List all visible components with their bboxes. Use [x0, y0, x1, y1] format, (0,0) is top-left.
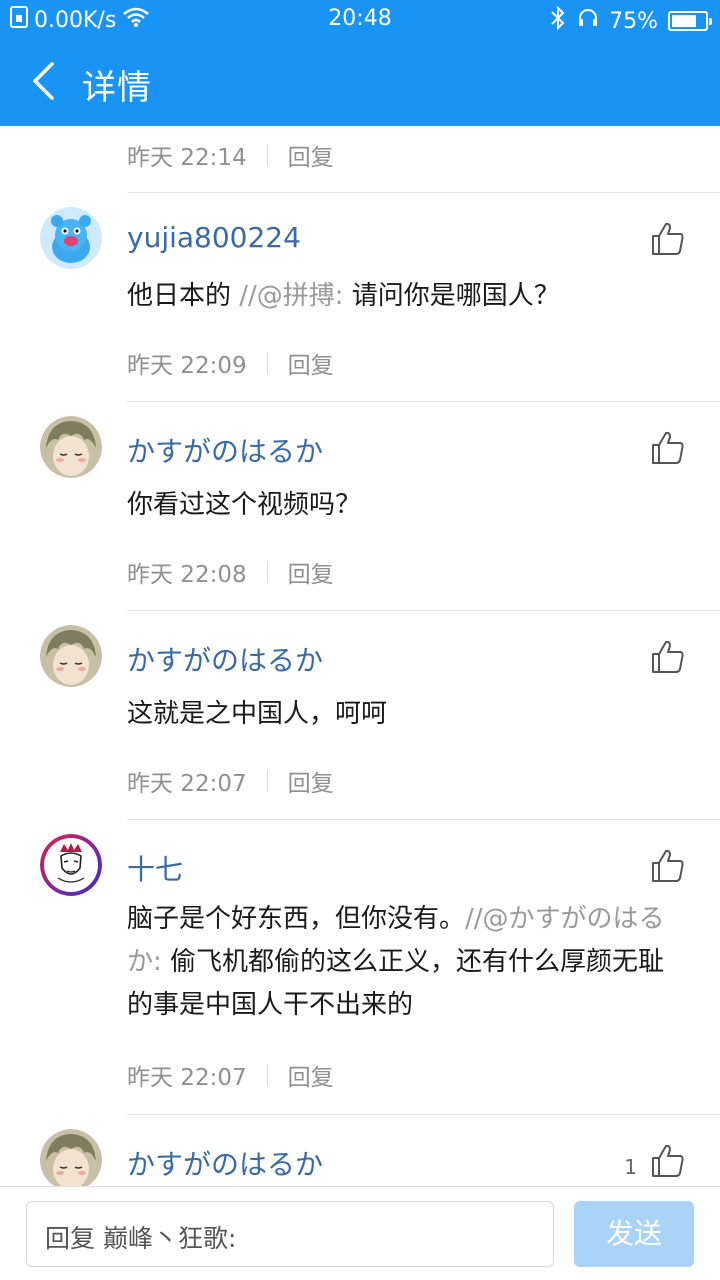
- avatar[interactable]: [40, 625, 102, 687]
- thumbs-up-icon: [652, 640, 684, 673]
- app-header: 详情: [0, 38, 720, 126]
- anime-boy-avatar-icon: [40, 625, 102, 687]
- blue-bear-avatar-icon: [40, 207, 102, 269]
- meta-separator: [266, 1064, 268, 1086]
- bluetooth-icon: [549, 5, 567, 36]
- comment-text-quoted: 偷飞机都偷的这么正义，还有什么厚颜无耻的事是中国人干不出来的: [127, 947, 665, 1020]
- like-button[interactable]: [650, 1143, 686, 1179]
- comment-text-main: 脑子是个好东西，但你没有。: [127, 904, 466, 934]
- like-button[interactable]: [650, 848, 686, 884]
- reply-input[interactable]: 回复 巅峰丶狂歌:: [26, 1201, 554, 1267]
- comment-list[interactable]: 昨天 22:14 回复 yujia800224 他日本的 //@拼搏: 请问你是…: [0, 126, 720, 1186]
- comment-meta: 昨天 22:09 回复: [127, 346, 334, 380]
- meta-separator: [266, 770, 268, 792]
- comment-text: 脑子是个好东西，但你没有。//@かすがのはるか: 偷飞机都偷的这么正义，还有什么…: [127, 898, 687, 1027]
- comment-text: 他日本的 //@拼搏: 请问你是哪国人？: [127, 277, 687, 315]
- comment-item: かすがのはるか 这就是之中国人，呵呵 昨天 22:07 回复: [0, 611, 720, 820]
- avatar[interactable]: [40, 416, 102, 478]
- reply-button[interactable]: 回复: [288, 346, 334, 380]
- like-button[interactable]: [650, 430, 686, 466]
- battery-fill: [672, 15, 696, 27]
- quote-prefix[interactable]: //@拼搏:: [239, 281, 343, 311]
- username[interactable]: かすがのはるか: [127, 639, 323, 679]
- like-button[interactable]: [650, 221, 686, 257]
- comment-meta: 昨天 22:08 回复: [127, 555, 334, 589]
- meta-separator: [266, 561, 268, 583]
- thumbs-up-icon: [652, 849, 684, 882]
- comment-time: 昨天 22:07: [127, 771, 247, 797]
- comment-text-quoted: 请问你是哪国人？: [343, 281, 560, 311]
- app-root: 0.00K/s 20:48 75% 详情 昨天 22:14 回复 yujia80…: [0, 0, 720, 1280]
- reply-button[interactable]: 回复: [288, 555, 334, 589]
- reply-button[interactable]: 回复: [288, 1058, 334, 1092]
- like-count: 1: [624, 1155, 637, 1179]
- comment-item: かすがのはるか 你看过这个视频吗？ 昨天 22:08 回复: [0, 402, 720, 611]
- avatar[interactable]: [40, 207, 102, 269]
- username[interactable]: yujia800224: [127, 221, 301, 254]
- reply-bar: 回复 巅峰丶狂歌: 发送: [0, 1186, 720, 1280]
- comment-item: 十七 脑子是个好东西，但你没有。//@かすがのはるか: 偷飞机都偷的这么正义，还…: [0, 820, 720, 1115]
- back-button[interactable]: [18, 56, 68, 106]
- headset-icon: [577, 7, 599, 35]
- username[interactable]: 十七: [127, 848, 183, 888]
- chevron-left-icon: [33, 62, 54, 100]
- meta-separator: [266, 144, 268, 166]
- status-bar: 0.00K/s 20:48 75%: [0, 0, 720, 38]
- sketch-portrait-avatar-icon: [40, 834, 102, 896]
- like-button[interactable]: [650, 639, 686, 675]
- comment-meta: 昨天 22:14 回复: [127, 138, 334, 172]
- battery-percent: 75%: [609, 8, 658, 34]
- comment-time: 昨天 22:08: [127, 562, 247, 588]
- thumbs-up-icon: [652, 222, 684, 255]
- avatar[interactable]: [40, 1129, 102, 1186]
- comment-time: 昨天 22:09: [127, 353, 247, 379]
- meta-separator: [266, 352, 268, 374]
- comment-time: 昨天 22:14: [127, 145, 247, 171]
- comment-meta: 昨天 22:07 回复: [127, 764, 334, 798]
- comment-text-main: 他日本的: [127, 281, 240, 311]
- battery-icon: [668, 11, 712, 31]
- anime-boy-avatar-icon: [40, 1129, 102, 1186]
- thumbs-up-icon: [652, 431, 684, 464]
- send-button[interactable]: 发送: [574, 1201, 694, 1267]
- avatar[interactable]: [40, 834, 102, 896]
- comment-text: 你看过这个视频吗？: [127, 490, 362, 520]
- comment-text: 这就是之中国人，呵呵: [127, 699, 388, 729]
- username[interactable]: かすがのはるか: [127, 430, 323, 470]
- anime-boy-avatar-icon: [40, 416, 102, 478]
- comment-meta: 昨天 22:07 回复: [127, 1058, 334, 1092]
- comment-item: かすがのはるか 1: [0, 1115, 720, 1186]
- thumbs-up-icon: [652, 1144, 684, 1177]
- comment-time: 昨天 22:07: [127, 1065, 247, 1091]
- page-title: 详情: [82, 68, 152, 108]
- username[interactable]: かすがのはるか: [127, 1143, 323, 1183]
- reply-button[interactable]: 回复: [288, 764, 334, 798]
- reply-button[interactable]: 回复: [288, 138, 334, 172]
- comment-item: yujia800224 他日本的 //@拼搏: 请问你是哪国人？ 昨天 22:0…: [0, 193, 720, 402]
